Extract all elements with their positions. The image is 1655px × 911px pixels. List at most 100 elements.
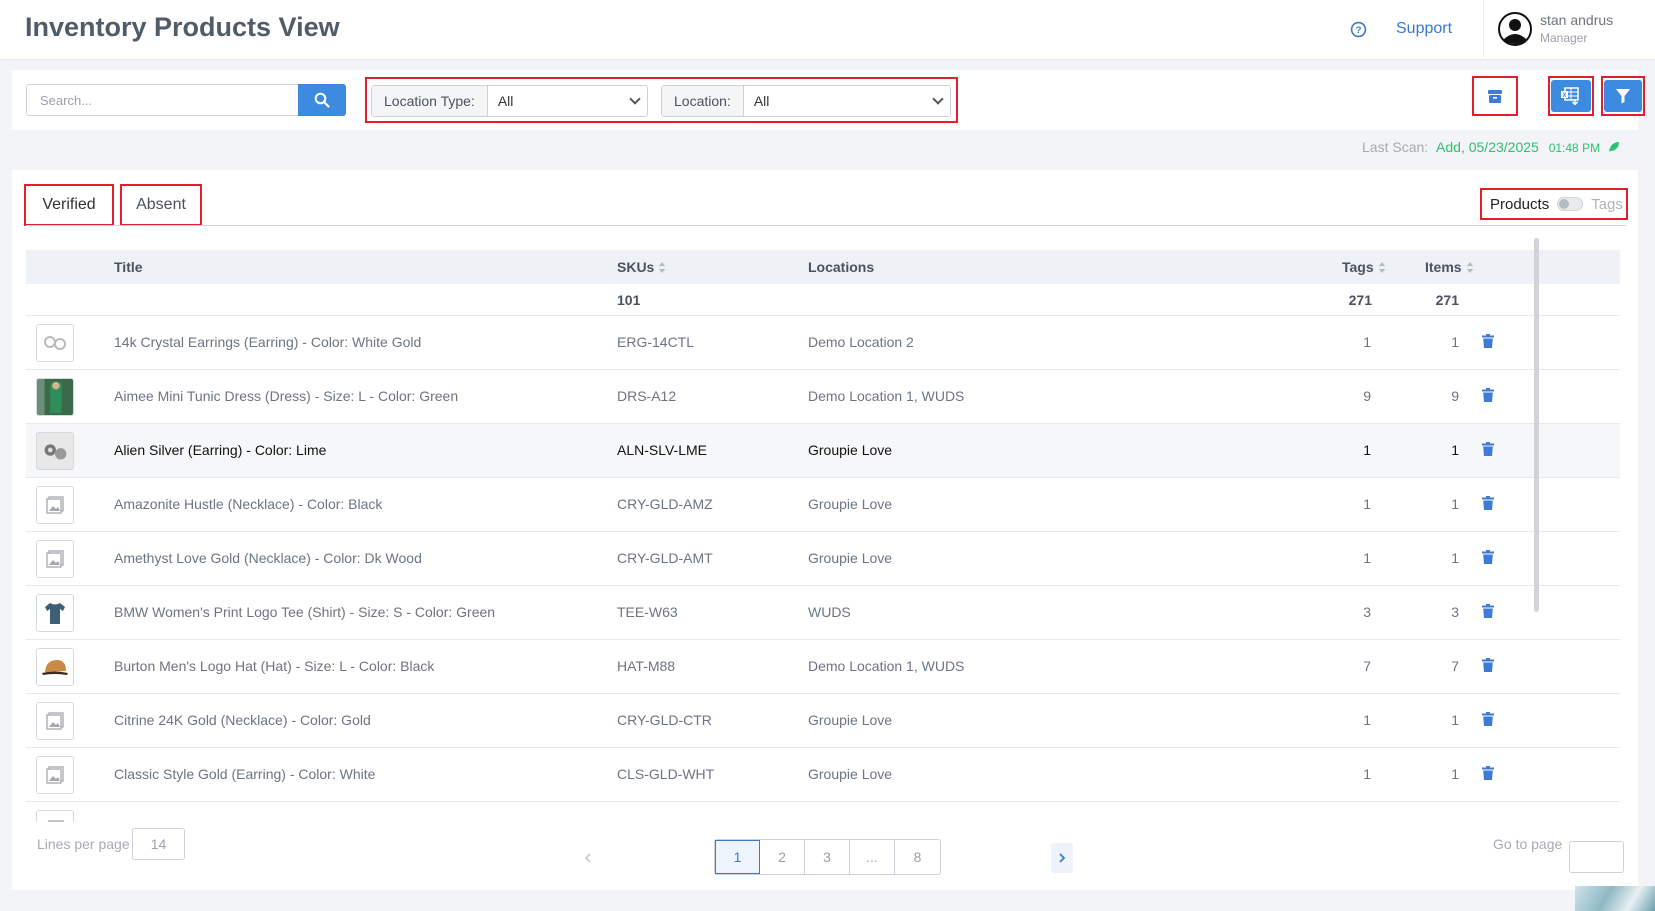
product-thumbnail [36, 486, 74, 524]
page-button[interactable]: 3 [805, 840, 850, 874]
last-scan-info: Last Scan: Add, 05/23/2025 01:48 PM [1362, 139, 1620, 155]
location-type-select[interactable]: Location Type: All [371, 85, 648, 117]
table-row[interactable]: 14k Crystal Earrings (Earring) - Color: … [26, 316, 1620, 370]
trash-icon[interactable] [1482, 496, 1494, 510]
tab-verified[interactable]: Verified [24, 184, 114, 226]
trash-icon[interactable] [1482, 658, 1494, 672]
cell-title[interactable]: Alien Silver (Earring) - Color: Lime [114, 442, 326, 458]
cell-location: Groupie Love [808, 712, 893, 728]
cell-tags: 1 [1363, 496, 1371, 512]
cell-items: 1 [1451, 550, 1459, 566]
cell-title[interactable]: Classic Style Gold (Earring) - Color: Wh… [114, 766, 375, 782]
page-button[interactable]: ... [850, 840, 895, 874]
page-button[interactable]: 2 [760, 840, 805, 874]
table-row[interactable]: Amazonite Hustle (Necklace) - Color: Bla… [26, 478, 1620, 532]
products-tags-toggle[interactable]: Products Tags [1480, 188, 1628, 220]
cell-tags: 7 [1363, 658, 1371, 674]
column-skus[interactable]: SKUs [617, 259, 666, 275]
column-tags[interactable]: Tags [1342, 259, 1386, 275]
tab-absent[interactable]: Absent [120, 184, 202, 226]
last-scan-time: 01:48 PM [1548, 141, 1601, 155]
total-tags: 271 [1348, 292, 1372, 308]
product-thumbnail [36, 702, 74, 740]
totals-row: 101 271 271 [26, 284, 1620, 316]
sort-icon[interactable] [1378, 262, 1386, 273]
chevron-down-icon [629, 93, 641, 105]
cell-sku: CRY-GLD-AMT [617, 550, 713, 566]
cell-location: Groupie Love [808, 766, 893, 782]
table-row[interactable]: Citrine 24K Gold (Necklace) - Color: Gol… [26, 694, 1620, 748]
table-row[interactable]: Aimee Mini Tunic Dress (Dress) - Size: L… [26, 370, 1620, 424]
table-row[interactable]: Amethyst Love Gold (Necklace) - Color: D… [26, 532, 1620, 586]
cell-title[interactable]: Citrine 24K Gold (Necklace) - Color: Gol… [114, 712, 371, 728]
export-excel-button[interactable]: X [1548, 76, 1594, 116]
leaf-icon [1608, 142, 1619, 152]
cell-title[interactable]: Amazonite Hustle (Necklace) - Color: Bla… [114, 496, 382, 512]
toggle-knob [1559, 199, 1570, 209]
avatar-icon [1498, 12, 1532, 46]
table-header: Title SKUs Locations Tags Items [26, 250, 1620, 284]
sort-icon[interactable] [1466, 262, 1474, 273]
cell-location: Groupie Love [808, 496, 893, 512]
page-button[interactable]: 8 [895, 840, 940, 874]
cell-title[interactable]: Aimee Mini Tunic Dress (Dress) - Size: L… [114, 388, 458, 404]
cell-items: 9 [1451, 388, 1459, 404]
toggle-switch[interactable] [1557, 197, 1584, 211]
cell-title[interactable]: 14k Crystal Earrings (Earring) - Color: … [114, 334, 421, 350]
column-items[interactable]: Items [1425, 259, 1474, 275]
page-button[interactable]: 1 [715, 840, 760, 874]
filter-icon [1616, 89, 1630, 104]
product-thumbnail [36, 648, 74, 686]
table-scrollbar[interactable] [1534, 238, 1539, 612]
cell-sku: ERG-14CTL [617, 334, 695, 350]
next-page-button[interactable] [1051, 843, 1073, 873]
trash-icon[interactable] [1482, 388, 1494, 402]
cell-title[interactable]: Burton Men's Logo Hat (Hat) - Size: L - … [114, 658, 434, 674]
archive-button[interactable] [1472, 76, 1518, 116]
cell-items: 1 [1451, 334, 1459, 350]
toggle-label-products: Products [1490, 195, 1550, 213]
product-thumbnail [36, 594, 74, 632]
sort-icon[interactable] [659, 262, 666, 273]
location-select[interactable]: Location: All [661, 85, 951, 117]
excel-export-icon: X [1561, 87, 1579, 105]
cell-title[interactable]: Amethyst Love Gold (Necklace) - Color: D… [114, 550, 422, 566]
last-scan-value: Add, 05/23/2025 [1436, 139, 1539, 155]
column-locations: Locations [808, 259, 875, 275]
table-row[interactable]: Alien Silver (Earring) - Color: Lime ALN-… [26, 424, 1620, 478]
help-circle-icon[interactable]: ? [1350, 21, 1367, 38]
last-scan-label: Last Scan: [1362, 139, 1429, 155]
filter-button[interactable] [1601, 76, 1645, 116]
products-panel: Verified Absent Products Tags Title SKUs… [12, 170, 1638, 890]
trash-icon[interactable] [1482, 604, 1494, 618]
cell-tags: 1 [1363, 766, 1371, 782]
support-link[interactable]: Support [1396, 20, 1452, 38]
total-skus: 101 [617, 292, 641, 308]
page-title: Inventory Products View [25, 12, 340, 42]
lines-per-page-label: Lines per page [37, 836, 130, 852]
cell-tags: 1 [1363, 712, 1371, 728]
table-row[interactable]: BMW Women's Print Logo Tee (Shirt) - Siz… [26, 586, 1620, 640]
cell-location: Groupie Love [808, 550, 893, 566]
chevron-left-icon [584, 853, 591, 863]
trash-icon[interactable] [1482, 442, 1494, 456]
go-to-page-input[interactable] [1569, 841, 1624, 873]
prev-page-button[interactable] [577, 843, 599, 873]
cell-items: 1 [1451, 712, 1459, 728]
trash-icon[interactable] [1482, 766, 1494, 780]
search-input[interactable] [26, 84, 300, 116]
trash-icon[interactable] [1482, 712, 1494, 726]
location-value: All [744, 86, 950, 116]
cell-location: Demo Location 1, WUDS [808, 658, 965, 674]
location-selected: All [753, 93, 770, 109]
table-row[interactable]: Classic Style Gold (Earring) - Color: Wh… [26, 748, 1620, 802]
user-menu[interactable]: stan andrus Manager [1483, 0, 1638, 60]
column-items-label: Items [1425, 259, 1462, 275]
lines-per-page-input[interactable]: 14 [132, 828, 185, 860]
trash-icon[interactable] [1482, 334, 1494, 348]
cell-items: 1 [1451, 496, 1459, 512]
cell-title[interactable]: BMW Women's Print Logo Tee (Shirt) - Siz… [114, 604, 495, 620]
search-button[interactable] [298, 84, 346, 116]
trash-icon[interactable] [1482, 550, 1494, 564]
table-row[interactable]: Burton Men's Logo Hat (Hat) - Size: L - … [26, 640, 1620, 694]
